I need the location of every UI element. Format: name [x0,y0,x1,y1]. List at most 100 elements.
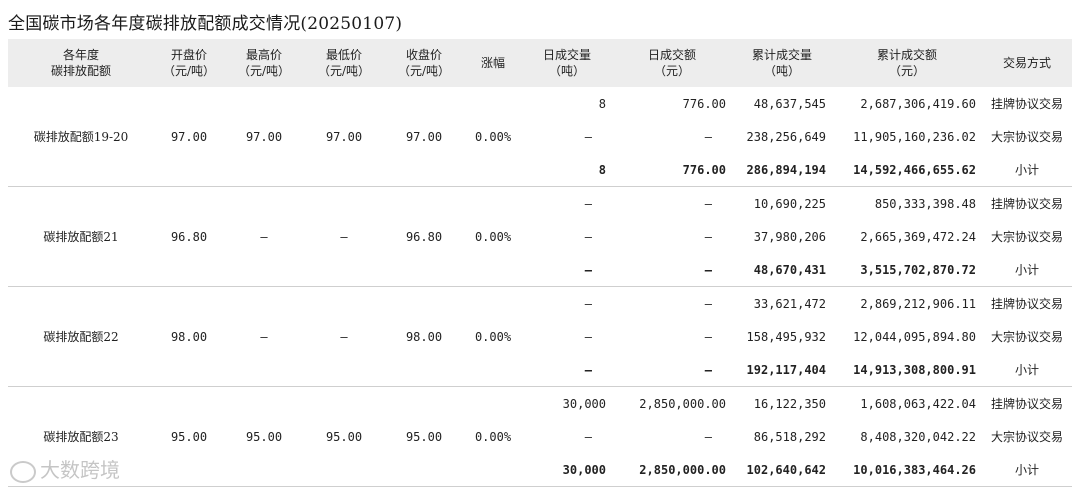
column-header-line: 收盘价 [405,48,442,62]
daily-volume-cell: – [584,329,592,344]
close-price-cell: 96.80 [384,186,464,287]
column-header-line: 日成交量 [542,48,591,62]
cumulative-volume-cell: 16,122,350 [753,396,826,411]
watermark-text: 大数跨境 [40,458,120,482]
open-price-cell: 96.80 [154,186,224,287]
table-body: 碳排放配额19-20 97.00 97.00 97.00 97.00 0.00% 8 776.… [8,87,1072,487]
column-header-line: （吨） [548,64,585,78]
cumulative-amount-cell: 14,913,308,800.91 [832,353,982,387]
column-header: 日成交量 （吨） [522,39,612,87]
column-header-line: 最低价 [325,48,362,62]
column-header-line: （元/吨） [317,64,371,78]
daily-volume-cell: – [584,296,592,311]
open-price-cell: 95.00 [154,386,224,487]
cumulative-volume-cell: 33,621,472 [753,296,826,311]
cumulative-volume-cell: 86,518,292 [753,429,826,444]
cumulative-amount-cell: 11,905,160,236.02 [853,129,976,144]
high-price-cell: 97.00 [224,87,304,187]
column-header: 最高价 （元/吨） [224,39,304,87]
table-row: 碳排放配额22 98.00– –98.00 0.00% – –33,621,472 2,86… [8,286,1072,387]
cumulative-volume-cell: 192,117,404 [732,353,832,387]
daily-amount-cell: – [612,353,732,387]
column-header: 涨幅 [464,39,522,87]
column-header-line: （元/吨） [237,64,291,78]
page-title: 全国碳市场各年度碳排放配额成交情况(20250107) [8,14,403,34]
table-header-row: 各年度碳排放配额 开盘价 （元/吨） 最高价 （元/吨） 最低价 （元/吨） 收盘价 （元/吨）… [8,39,1072,87]
daily-volume-cell: – [584,429,592,444]
daily-amount-cell: – [612,253,732,287]
cumulative-amount-cell: 14,592,466,655.62 [832,153,982,187]
daily-amount-cell: – [704,329,712,344]
name-cell: 碳排放配额21 [8,186,154,287]
name-cell: 碳排放配额22 [8,286,154,387]
table-row: 碳排放配额21 96.80– –96.80 0.00% – –10,690,225 850,… [8,186,1072,287]
trade-mode-cell: 大宗协议交易 [990,330,1063,344]
daily-amount-cell: 2,850,000.00 [639,396,726,411]
trade-mode-cell: 大宗协议交易 [990,230,1063,244]
column-header-line: （元） [888,64,925,78]
cumulative-amount-cell: 2,687,306,419.60 [860,96,976,111]
daily-volume-cell: 8 [598,96,606,111]
close-price-cell: 98.00 [384,286,464,387]
column-header-line: （元/吨） [162,64,216,78]
table-row: 碳排放配额19-20 97.00 97.00 97.00 97.00 0.00% 8 776.… [8,87,1072,187]
column-header-line: 累计成交额 [876,48,937,62]
column-header-line: 各年度 [62,48,99,62]
cumulative-amount-cell: 8,408,320,042.22 [860,429,976,444]
change-pct-cell: 0.00% [464,286,522,387]
daily-volume-cell: – [584,129,592,144]
column-header-line: 日成交额 [647,48,696,62]
daily-amount-cell: – [704,129,712,144]
trade-mode-cell: 小计 [982,153,1072,187]
low-price-cell: – [304,286,384,387]
column-header-line: 最高价 [245,48,282,62]
column-header: 累计成交量 （吨） [732,39,832,87]
column-header: 各年度 碳排放配额 [8,39,154,87]
daily-amount-cell: – [704,429,712,444]
cumulative-volume-cell: 158,495,932 [746,329,826,344]
cumulative-amount-cell: 1,608,063,422.04 [860,396,976,411]
column-header: 日成交额 （元） [612,39,732,87]
name-cell: 碳排放配额19-20 [8,87,154,187]
column-header: 最低价 （元/吨） [304,39,384,87]
column-header-line: （元） [653,64,690,78]
low-price-cell: – [304,186,384,287]
low-price-cell: 97.00 [304,87,384,187]
cumulative-volume-cell: 286,894,194 [732,153,832,187]
cumulative-amount-cell: 12,044,095,894.80 [853,329,976,344]
column-header-line: （元/吨） [397,64,451,78]
table-row: 碳排放配额23 95.00 95.00 95.00 95.00 0.00% 30,000 2,… [8,386,1072,487]
cumulative-volume-cell: 102,640,642 [732,453,832,487]
column-header: 交易方式 [982,39,1072,87]
trade-mode-cell: 挂牌协议交易 [990,397,1063,411]
cumulative-amount-cell: 2,665,369,472.24 [860,229,976,244]
watermark: 大数跨境 [10,454,120,483]
trade-mode-cell: 大宗协议交易 [990,430,1063,444]
change-pct-cell: 0.00% [464,186,522,287]
cumulative-volume-cell: 48,637,545 [753,96,826,111]
trading-table: 各年度碳排放配额 开盘价 （元/吨） 最高价 （元/吨） 最低价 （元/吨） 收盘价 （元/吨）… [8,39,1072,487]
daily-amount-cell: – [704,296,712,311]
cumulative-amount-cell: 850,333,398.48 [874,196,976,211]
column-header-line: 累计成交量 [751,48,812,62]
watermark-logo-icon [10,460,36,483]
cumulative-amount-cell: 2,869,212,906.11 [860,296,976,311]
daily-volume-cell: 30,000 [562,396,606,411]
high-price-cell: – [224,186,304,287]
column-header: 开盘价 （元/吨） [154,39,224,87]
open-price-cell: 98.00 [154,286,224,387]
daily-amount-cell: – [704,196,712,211]
change-pct-cell: 0.00% [464,386,522,487]
column-header-line: 碳排放配额 [50,64,111,78]
low-price-cell: 95.00 [304,386,384,487]
column-header: 累计成交额 （元） [832,39,982,87]
high-price-cell: 95.00 [224,386,304,487]
daily-volume-cell: – [522,253,612,287]
column-header-line: 开盘价 [170,48,207,62]
cumulative-amount-cell: 3,515,702,870.72 [832,253,982,287]
daily-volume-cell: 30,000 [522,453,612,487]
trade-mode-cell: 小计 [982,253,1072,287]
column-header-line: 交易方式 [1002,56,1051,70]
trade-mode-cell: 挂牌协议交易 [990,97,1063,111]
daily-volume-cell: – [522,353,612,387]
